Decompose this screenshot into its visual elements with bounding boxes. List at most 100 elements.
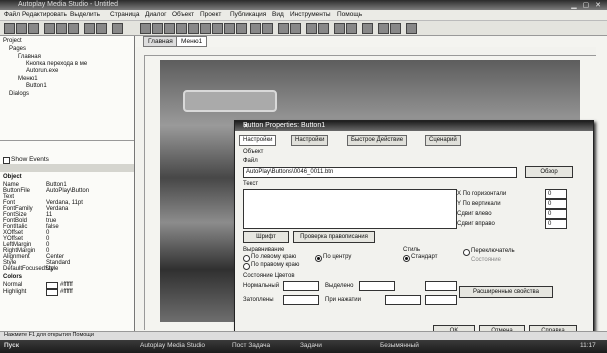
grid-object-icon[interactable] (306, 23, 317, 34)
paste-icon[interactable] (68, 23, 79, 34)
label-object-icon[interactable] (152, 23, 163, 34)
tab-quick-action[interactable]: Быстрое Действие (347, 135, 408, 146)
advanced-properties-button[interactable]: Расширенные свойства (459, 286, 553, 298)
browse-button[interactable]: Обзор (525, 166, 573, 178)
tree-item-project[interactable]: Project (3, 38, 22, 44)
align-left-label: По левому краю (251, 254, 297, 260)
menu-tools[interactable]: Инструменты (290, 11, 331, 18)
tab-settings[interactable]: Настройки (239, 135, 277, 146)
image-object-icon[interactable] (176, 23, 187, 34)
menu-publish[interactable]: Публикация (230, 11, 266, 18)
font-button[interactable]: Шрифт (243, 231, 289, 243)
colors-state-label: Состояние Цветов (243, 273, 295, 279)
start-button[interactable]: Пуск (4, 342, 19, 349)
tree-object-icon[interactable] (290, 23, 301, 34)
file-path-field[interactable]: AutoPlay\Buttons\0046_0011.btn (243, 167, 517, 178)
copy-icon[interactable] (56, 23, 67, 34)
style-toggle-radio[interactable] (463, 249, 470, 256)
menu-edit[interactable]: Редактировать (22, 11, 67, 18)
canvas-button-object[interactable] (183, 90, 277, 112)
taskbar-item-post[interactable]: Пост Задача (232, 342, 270, 349)
style-standard-radio[interactable] (403, 255, 410, 262)
tree-item-autorun[interactable]: Autorun.exe (26, 68, 58, 74)
menu-dialog[interactable]: Диалог (145, 11, 167, 18)
taskbar-item-untitled[interactable]: Безымянный (380, 342, 419, 349)
file-label: Файл (243, 158, 258, 164)
progress-object-icon[interactable] (278, 23, 289, 34)
h-offset-field[interactable]: 0 (545, 189, 567, 199)
menu-select[interactable]: Выделить (70, 11, 100, 18)
prop-value[interactable]: AutoPlay\Button (46, 188, 89, 194)
window-controls[interactable]: ▁ ▢ ✕ (571, 1, 603, 9)
text-field[interactable] (243, 189, 457, 229)
h-offset-label: Х По горизонтали (457, 191, 507, 197)
tree-item-pages[interactable]: Pages (9, 46, 26, 52)
disabled-color-picker[interactable] (385, 295, 421, 305)
style-standard-label: Стандарт (411, 254, 438, 260)
undo-icon[interactable] (84, 23, 95, 34)
align-left-radio[interactable] (243, 255, 250, 262)
prop-key: Highlight (3, 289, 27, 295)
prop-value[interactable]: Up (46, 266, 54, 272)
tree-item-button1[interactable]: Button1 (26, 83, 47, 89)
listbox-object-icon[interactable] (250, 23, 261, 34)
color-swatch[interactable] (46, 289, 58, 296)
menu-view[interactable]: Вид (272, 11, 284, 18)
taskbar-item-tasks[interactable]: Задачи (300, 342, 322, 349)
button-object-icon[interactable] (140, 23, 151, 34)
zoom-icon[interactable] (362, 23, 373, 34)
cut-icon[interactable] (44, 23, 55, 34)
flash-object-icon[interactable] (188, 23, 199, 34)
align-right-radio[interactable] (243, 263, 250, 270)
menu-page[interactable]: Страница (110, 11, 139, 18)
new-icon[interactable] (4, 23, 15, 34)
redo-icon[interactable] (96, 23, 107, 34)
shift-left-field[interactable]: 0 (545, 209, 567, 219)
tree-item-main[interactable]: Главная (18, 54, 41, 60)
save-icon[interactable] (28, 23, 39, 34)
grid-toggle-icon[interactable] (378, 23, 389, 34)
prop-value[interactable]: #ffffff (60, 282, 73, 288)
menu-object[interactable]: Объект (172, 11, 194, 18)
run-icon[interactable] (406, 23, 417, 34)
tab-settings-2[interactable]: Настройки (291, 135, 329, 146)
close-icon[interactable]: ✕ (243, 122, 589, 130)
tree-item-menu-button[interactable]: Кнопка перехода в ме (26, 61, 87, 67)
highlight-color-picker[interactable] (359, 281, 395, 291)
snap-icon[interactable] (390, 23, 401, 34)
v-offset-field[interactable]: 0 (545, 199, 567, 209)
menu-project[interactable]: Проект (200, 11, 221, 18)
combobox-object-icon[interactable] (262, 23, 273, 34)
shift-right-field[interactable]: 0 (545, 219, 567, 229)
normal-color-picker[interactable] (283, 281, 319, 291)
tab-main[interactable]: Главная (143, 36, 178, 47)
dialog-title-bar: Button Properties: Button1 ✕ (235, 121, 593, 131)
tree-item-menu1[interactable]: Меню1 (18, 76, 38, 82)
color-swatch[interactable] (46, 282, 58, 289)
taskbar-item-app[interactable]: Autoplay Media Studio (140, 342, 205, 349)
align-center-radio[interactable] (315, 255, 322, 262)
prop-value[interactable]: #ffffff (60, 289, 73, 295)
colors-header: Colors (3, 274, 23, 280)
slideshow-object-icon[interactable] (318, 23, 329, 34)
align-left-icon[interactable] (334, 23, 345, 34)
spellcheck-button[interactable]: Проверка правописания (293, 231, 375, 243)
disabled-color-label: При нажатии (325, 297, 361, 303)
extra-color-picker-2[interactable] (425, 295, 457, 305)
extra-color-picker[interactable] (425, 281, 457, 291)
hotspot-object-icon[interactable] (236, 23, 247, 34)
show-events-checkbox[interactable] (3, 157, 10, 164)
web-object-icon[interactable] (212, 23, 223, 34)
input-object-icon[interactable] (224, 23, 235, 34)
align-center-icon[interactable] (346, 23, 357, 34)
paragraph-object-icon[interactable] (164, 23, 175, 34)
open-icon[interactable] (16, 23, 27, 34)
pressed-color-picker[interactable] (283, 295, 319, 305)
tab-script[interactable]: Сценарий (425, 135, 461, 146)
preview-icon[interactable] (112, 23, 123, 34)
video-object-icon[interactable] (200, 23, 211, 34)
tree-item-dialogs[interactable]: Dialogs (9, 91, 29, 97)
menu-file[interactable]: Файл (4, 11, 20, 18)
tab-menu1[interactable]: Меню1 (176, 36, 208, 47)
menu-help[interactable]: Помощь (337, 11, 362, 18)
